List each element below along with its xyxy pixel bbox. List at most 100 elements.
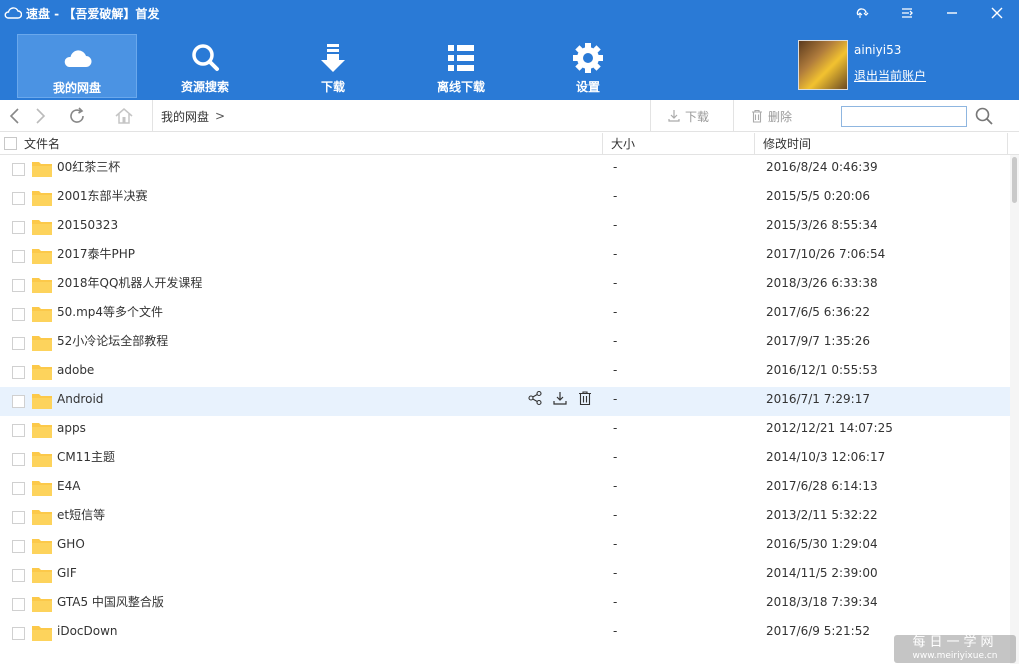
list-icon: [448, 45, 474, 71]
file-name: GIF: [57, 566, 77, 580]
folder-icon: [32, 249, 52, 264]
toolbar-delete-button[interactable]: 删除: [733, 100, 792, 132]
table-row[interactable]: 2017泰牛PHP - 2017/10/26 7:06:54: [0, 242, 1010, 271]
menu-button[interactable]: [884, 0, 929, 26]
close-button[interactable]: [974, 0, 1019, 26]
watermark: 每日一学网 www.meiriyixue.cn: [894, 635, 1016, 663]
home-button[interactable]: [114, 106, 134, 129]
row-checkbox[interactable]: [12, 308, 25, 321]
scrollbar[interactable]: [1010, 155, 1019, 664]
table-row[interactable]: GTA5 中国风整合版 - 2018/3/18 7:39:34: [0, 590, 1010, 619]
nav-download[interactable]: 下载: [273, 34, 393, 98]
row-checkbox[interactable]: [12, 337, 25, 350]
folder-icon: [32, 394, 52, 409]
file-time: 2014/11/5 2:39:00: [766, 566, 878, 580]
column-time[interactable]: 修改时间: [754, 133, 1008, 155]
folder-icon: [32, 162, 52, 177]
row-checkbox[interactable]: [12, 598, 25, 611]
nav-resource-search[interactable]: 资源搜索: [145, 34, 265, 98]
file-size: -: [613, 508, 618, 522]
share-icon[interactable]: [527, 390, 543, 406]
file-size: -: [613, 392, 618, 406]
table-row[interactable]: apps - 2012/12/21 14:07:25: [0, 416, 1010, 445]
file-time: 2016/7/1 7:29:17: [766, 392, 870, 406]
file-time: 2016/8/24 0:46:39: [766, 160, 878, 174]
nav-my-disk[interactable]: 我的网盘: [17, 34, 137, 98]
minimize-icon: [946, 12, 957, 14]
row-checkbox[interactable]: [12, 424, 25, 437]
row-checkbox[interactable]: [12, 540, 25, 553]
table-row[interactable]: iDocDown - 2017/6/9 5:21:52: [0, 619, 1010, 648]
toolbar-download-button[interactable]: 下载: [650, 100, 709, 132]
select-all-checkbox[interactable]: [4, 137, 17, 150]
minimize-button[interactable]: [929, 0, 974, 26]
row-checkbox[interactable]: [12, 221, 25, 234]
table-row[interactable]: E4A - 2017/6/28 6:14:13: [0, 474, 1010, 503]
folder-icon: [32, 423, 52, 438]
file-size: -: [613, 160, 618, 174]
row-checkbox[interactable]: [12, 395, 25, 408]
search-input[interactable]: [841, 106, 967, 127]
file-name: CM11主题: [57, 450, 116, 464]
file-list: 00红茶三杯 - 2016/8/24 0:46:39 2001东部半决赛 - 2015/5…: [0, 155, 1010, 664]
table-row[interactable]: CM11主题 - 2014/10/3 12:06:17: [0, 445, 1010, 474]
upload-arrows-button[interactable]: [839, 0, 884, 26]
table-row[interactable]: 20150323 - 2015/3/26 8:55:34: [0, 213, 1010, 242]
row-checkbox[interactable]: [12, 453, 25, 466]
breadcrumb-my-disk[interactable]: 我的网盘: [161, 108, 209, 125]
file-time: 2015/5/5 0:20:06: [766, 189, 870, 203]
file-size: -: [613, 479, 618, 493]
file-time: 2018/3/26 6:33:38: [766, 276, 878, 290]
avatar[interactable]: [798, 40, 848, 90]
table-row[interactable]: adobe - 2016/12/1 0:55:53: [0, 358, 1010, 387]
table-row[interactable]: 2001东部半决赛 - 2015/5/5 0:20:06: [0, 184, 1010, 213]
table-row[interactable]: 00红茶三杯 - 2016/8/24 0:46:39: [0, 155, 1010, 184]
chevron-left-icon: [9, 108, 19, 124]
column-name[interactable]: 文件名: [24, 133, 60, 155]
file-name: E4A: [57, 479, 81, 493]
table-row[interactable]: GHO - 2016/5/30 1:29:04: [0, 532, 1010, 561]
nav-settings[interactable]: 设置: [528, 34, 648, 98]
scrollbar-thumb[interactable]: [1012, 157, 1017, 203]
file-name: iDocDown: [57, 624, 118, 638]
window-title: 速盘 - 【吾爱破解】首发: [26, 6, 160, 21]
chevron-right-icon: [36, 108, 46, 124]
nav-offline-download[interactable]: 离线下载: [401, 34, 521, 98]
file-size: -: [613, 624, 618, 638]
row-checkbox[interactable]: [12, 163, 25, 176]
refresh-button[interactable]: [67, 106, 87, 129]
table-row[interactable]: 50.mp4等多个文件 - 2017/6/5 6:36:22: [0, 300, 1010, 329]
download-icon[interactable]: [552, 390, 568, 406]
file-size: -: [613, 363, 618, 377]
file-size: -: [613, 421, 618, 435]
file-size: -: [613, 276, 618, 290]
file-time: 2013/2/11 5:32:22: [766, 508, 878, 522]
folder-icon: [32, 307, 52, 322]
file-time: 2017/10/26 7:06:54: [766, 247, 886, 261]
trash-icon[interactable]: [577, 390, 593, 406]
file-time: 2014/10/3 12:06:17: [766, 450, 886, 464]
row-checkbox[interactable]: [12, 511, 25, 524]
logout-link[interactable]: 退出当前账户: [854, 67, 926, 84]
column-size[interactable]: 大小: [602, 133, 754, 155]
file-name: et短信等: [57, 508, 106, 522]
download-icon: [321, 44, 345, 72]
row-checkbox[interactable]: [12, 279, 25, 292]
table-row[interactable]: Android - 2016/7/1 7:29:17: [0, 387, 1010, 416]
search-button[interactable]: [974, 106, 994, 129]
table-row[interactable]: GIF - 2014/11/5 2:39:00: [0, 561, 1010, 590]
row-checkbox[interactable]: [12, 569, 25, 582]
row-actions: [527, 390, 593, 406]
file-size: -: [613, 334, 618, 348]
forward-button[interactable]: [30, 106, 50, 129]
row-checkbox[interactable]: [12, 366, 25, 379]
row-checkbox[interactable]: [12, 192, 25, 205]
row-checkbox[interactable]: [12, 482, 25, 495]
row-checkbox[interactable]: [12, 250, 25, 263]
row-checkbox[interactable]: [12, 627, 25, 640]
table-row[interactable]: 52小冷论坛全部教程 - 2017/9/7 1:35:26: [0, 329, 1010, 358]
table-row[interactable]: et短信等 - 2013/2/11 5:32:22: [0, 503, 1010, 532]
back-button[interactable]: [6, 106, 26, 129]
file-time: 2017/9/7 1:35:26: [766, 334, 870, 348]
table-row[interactable]: 2018年QQ机器人开发课程 - 2018/3/26 6:33:38: [0, 271, 1010, 300]
